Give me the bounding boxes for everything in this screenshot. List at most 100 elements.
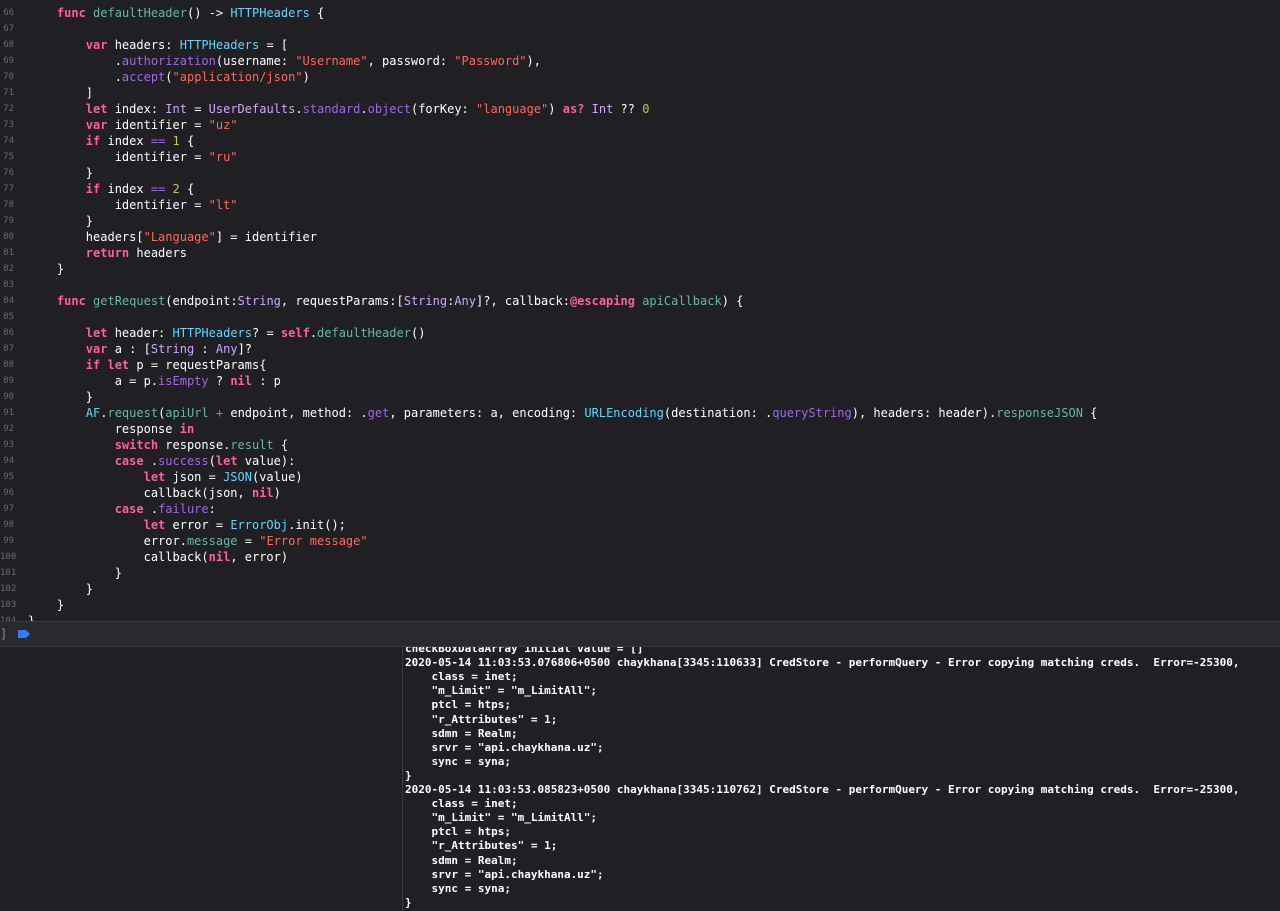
- code-token: index:: [107, 102, 166, 116]
- line-number[interactable]: 84: [0, 293, 14, 309]
- code-line[interactable]: 101 }: [0, 565, 1280, 581]
- line-number[interactable]: 95: [0, 469, 14, 485]
- code-line[interactable]: 74 if index == 1 {: [0, 133, 1280, 149]
- line-number[interactable]: 73: [0, 117, 14, 133]
- line-number[interactable]: 87: [0, 341, 14, 357]
- code-line[interactable]: 102 }: [0, 581, 1280, 597]
- code-token: nil: [251, 486, 274, 500]
- code-line[interactable]: 67: [0, 21, 1280, 37]
- line-number[interactable]: 82: [0, 261, 14, 277]
- line-number[interactable]: 104: [0, 613, 16, 621]
- code-token: {: [179, 182, 195, 196]
- code-token: index: [100, 134, 151, 148]
- code-line[interactable]: 77 if index == 2 {: [0, 181, 1280, 197]
- code-token: {: [1082, 406, 1098, 420]
- code-line[interactable]: 66 func defaultHeader() -> HTTPHeaders {: [0, 5, 1280, 21]
- code-line[interactable]: 84 func getRequest(endpoint:String, requ…: [0, 293, 1280, 309]
- code-line[interactable]: 75 identifier = "ru": [0, 149, 1280, 165]
- code-line[interactable]: 98 let error = ErrorObj.init();: [0, 517, 1280, 533]
- code-text: }: [28, 214, 93, 228]
- line-number[interactable]: 78: [0, 197, 14, 213]
- line-number[interactable]: 88: [0, 357, 14, 373]
- line-number[interactable]: 76: [0, 165, 14, 181]
- line-number[interactable]: 70: [0, 69, 14, 85]
- code-line[interactable]: 104}: [0, 613, 1280, 621]
- code-line[interactable]: 68 var headers: HTTPHeaders = [: [0, 37, 1280, 53]
- line-number[interactable]: 99: [0, 533, 14, 549]
- line-number[interactable]: 83: [0, 277, 14, 293]
- code-token: HTTPHeaders: [179, 38, 260, 52]
- line-number[interactable]: 97: [0, 501, 14, 517]
- code-line[interactable]: 79 }: [0, 213, 1280, 229]
- code-line[interactable]: 89 a = p.isEmpty ? nil : p: [0, 373, 1280, 389]
- line-number[interactable]: 103: [0, 597, 16, 613]
- breakpoints-toggle-icon[interactable]: [18, 630, 30, 638]
- line-number[interactable]: 68: [0, 37, 14, 53]
- code-text: let index: Int = UserDefaults.standard.o…: [28, 102, 650, 116]
- line-number[interactable]: 85: [0, 309, 14, 325]
- code-line[interactable]: 71 ]: [0, 85, 1280, 101]
- code-editor[interactable]: 66 func defaultHeader() -> HTTPHeaders {…: [0, 0, 1280, 621]
- line-number[interactable]: 71: [0, 85, 14, 101]
- console-output[interactable]: checkBoxDataArray initial value = [] 2020…: [403, 647, 1280, 911]
- code-token: return: [85, 246, 130, 260]
- code-line[interactable]: 91 AF.request(apiUrl + endpoint, method:…: [0, 405, 1280, 421]
- line-number[interactable]: 92: [0, 421, 14, 437]
- code-text: func getRequest(endpoint:String, request…: [28, 294, 743, 308]
- line-number[interactable]: 81: [0, 245, 14, 261]
- line-number[interactable]: 66: [0, 5, 14, 21]
- code-token: identifier =: [107, 118, 209, 132]
- line-number[interactable]: 75: [0, 149, 14, 165]
- code-line[interactable]: 80 headers["Language"] = identifier: [0, 229, 1280, 245]
- code-line[interactable]: 96 callback(json, nil): [0, 485, 1280, 501]
- code-line[interactable]: 86 let header: HTTPHeaders? = self.defau…: [0, 325, 1280, 341]
- code-line[interactable]: 99 error.message = "Error message": [0, 533, 1280, 549]
- code-line[interactable]: 76 }: [0, 165, 1280, 181]
- code-line[interactable]: 83: [0, 277, 1280, 293]
- code-line[interactable]: 88 if let p = requestParams{: [0, 357, 1280, 373]
- code-line[interactable]: 85: [0, 309, 1280, 325]
- code-line[interactable]: 78 identifier = "lt": [0, 197, 1280, 213]
- code-line[interactable]: 103 }: [0, 597, 1280, 613]
- code-line[interactable]: 95 let json = JSON(value): [0, 469, 1280, 485]
- line-number[interactable]: 102: [0, 581, 16, 597]
- code-line[interactable]: 70 .accept("application/json"): [0, 69, 1280, 85]
- code-line[interactable]: 87 var a : [String : Any]?: [0, 341, 1280, 357]
- line-number[interactable]: 74: [0, 133, 14, 149]
- line-number[interactable]: 90: [0, 389, 14, 405]
- line-number[interactable]: 101: [0, 565, 16, 581]
- line-number[interactable]: 91: [0, 405, 14, 421]
- line-number[interactable]: 72: [0, 101, 14, 117]
- line-number[interactable]: 100: [0, 549, 16, 565]
- code-text: return headers: [28, 246, 187, 260]
- line-number[interactable]: 93: [0, 437, 14, 453]
- code-line[interactable]: 93 switch response.result {: [0, 437, 1280, 453]
- variables-view[interactable]: [0, 647, 402, 911]
- code-line[interactable]: 69 .authorization(username: "Username", …: [0, 53, 1280, 69]
- console-line: class = inet;: [405, 670, 518, 684]
- line-number[interactable]: 69: [0, 53, 14, 69]
- line-number[interactable]: 98: [0, 517, 14, 533]
- line-number[interactable]: 89: [0, 373, 14, 389]
- line-number[interactable]: 96: [0, 485, 14, 501]
- code-line[interactable]: 92 response in: [0, 421, 1280, 437]
- code-line[interactable]: 90 }: [0, 389, 1280, 405]
- code-line[interactable]: 81 return headers: [0, 245, 1280, 261]
- code-line[interactable]: 82 }: [0, 261, 1280, 277]
- line-number[interactable]: 94: [0, 453, 14, 469]
- code-line[interactable]: 94 case .success(let value):: [0, 453, 1280, 469]
- code-line[interactable]: 73 var identifier = "uz": [0, 117, 1280, 133]
- line-number[interactable]: 86: [0, 325, 14, 341]
- code-line[interactable]: 72 let index: Int = UserDefaults.standar…: [0, 101, 1280, 117]
- line-number[interactable]: 67: [0, 21, 14, 37]
- code-line[interactable]: 97 case .failure:: [0, 501, 1280, 517]
- line-number[interactable]: 79: [0, 213, 14, 229]
- code-token: success: [158, 454, 209, 468]
- line-number[interactable]: 77: [0, 181, 14, 197]
- line-number[interactable]: 80: [0, 229, 14, 245]
- code-line[interactable]: 100 callback(nil, error): [0, 549, 1280, 565]
